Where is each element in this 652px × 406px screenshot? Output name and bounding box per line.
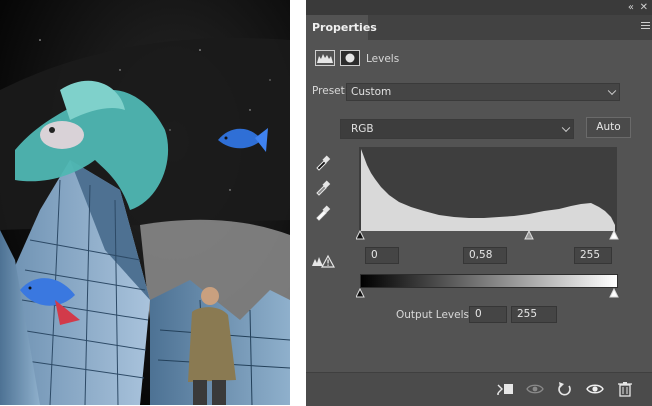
output-white-handle[interactable] xyxy=(609,288,619,298)
channel-select[interactable]: RGB xyxy=(340,119,574,139)
trash-icon[interactable] xyxy=(616,381,634,397)
levels-histogram-icon[interactable] xyxy=(315,50,335,66)
output-black-handle[interactable] xyxy=(356,288,365,298)
chevron-down-icon xyxy=(561,123,571,133)
input-levels-slider[interactable] xyxy=(356,230,622,240)
preset-value: Custom xyxy=(351,86,392,98)
input-black-field[interactable]: 0 xyxy=(365,247,399,264)
collage-artwork xyxy=(0,0,290,405)
reset-icon[interactable] xyxy=(556,381,574,397)
collapse-icon[interactable]: « xyxy=(628,0,634,15)
output-white-field[interactable]: 255 xyxy=(511,306,557,323)
white-eyedropper-icon[interactable] xyxy=(314,203,334,221)
clipping-warning-icon[interactable] xyxy=(311,254,336,270)
properties-panel: « ✕ Properties Levels Preset: Custom RGB… xyxy=(306,0,652,406)
mask-icon[interactable] xyxy=(340,50,360,66)
close-icon[interactable]: ✕ xyxy=(640,0,648,15)
output-gradient-bar xyxy=(360,274,618,288)
view-previous-state-icon[interactable] xyxy=(526,381,544,397)
visibility-eye-icon[interactable] xyxy=(586,381,604,397)
panel-bottom-toolbar xyxy=(306,372,652,406)
gray-eyedropper-icon[interactable] xyxy=(314,178,334,196)
output-black-field[interactable]: 0 xyxy=(469,306,507,323)
input-white-field[interactable]: 255 xyxy=(574,247,612,264)
chevron-down-icon xyxy=(607,86,617,96)
channel-value: RGB xyxy=(351,123,374,135)
black-eyedropper-icon[interactable] xyxy=(314,153,334,171)
preset-label: Preset: xyxy=(312,85,349,97)
preset-select[interactable]: Custom xyxy=(346,83,620,101)
document-canvas[interactable] xyxy=(0,0,290,405)
white-point-handle[interactable] xyxy=(609,230,619,240)
panel-top-bar: « ✕ xyxy=(306,0,652,15)
input-gamma-field[interactable]: 0,58 xyxy=(463,247,507,264)
panel-menu-icon[interactable] xyxy=(641,22,650,31)
levels-histogram xyxy=(359,147,617,231)
window-gap xyxy=(290,0,306,405)
black-point-handle[interactable] xyxy=(356,230,365,240)
output-levels-label: Output Levels: xyxy=(396,309,473,321)
adjustment-name: Levels xyxy=(366,53,400,65)
tab-row: Properties xyxy=(306,15,652,40)
output-levels-slider[interactable] xyxy=(356,288,622,298)
tab-properties[interactable]: Properties xyxy=(306,15,377,40)
gamma-handle[interactable] xyxy=(524,230,534,240)
auto-button[interactable]: Auto xyxy=(586,117,631,138)
clip-to-layer-icon[interactable] xyxy=(496,381,514,397)
